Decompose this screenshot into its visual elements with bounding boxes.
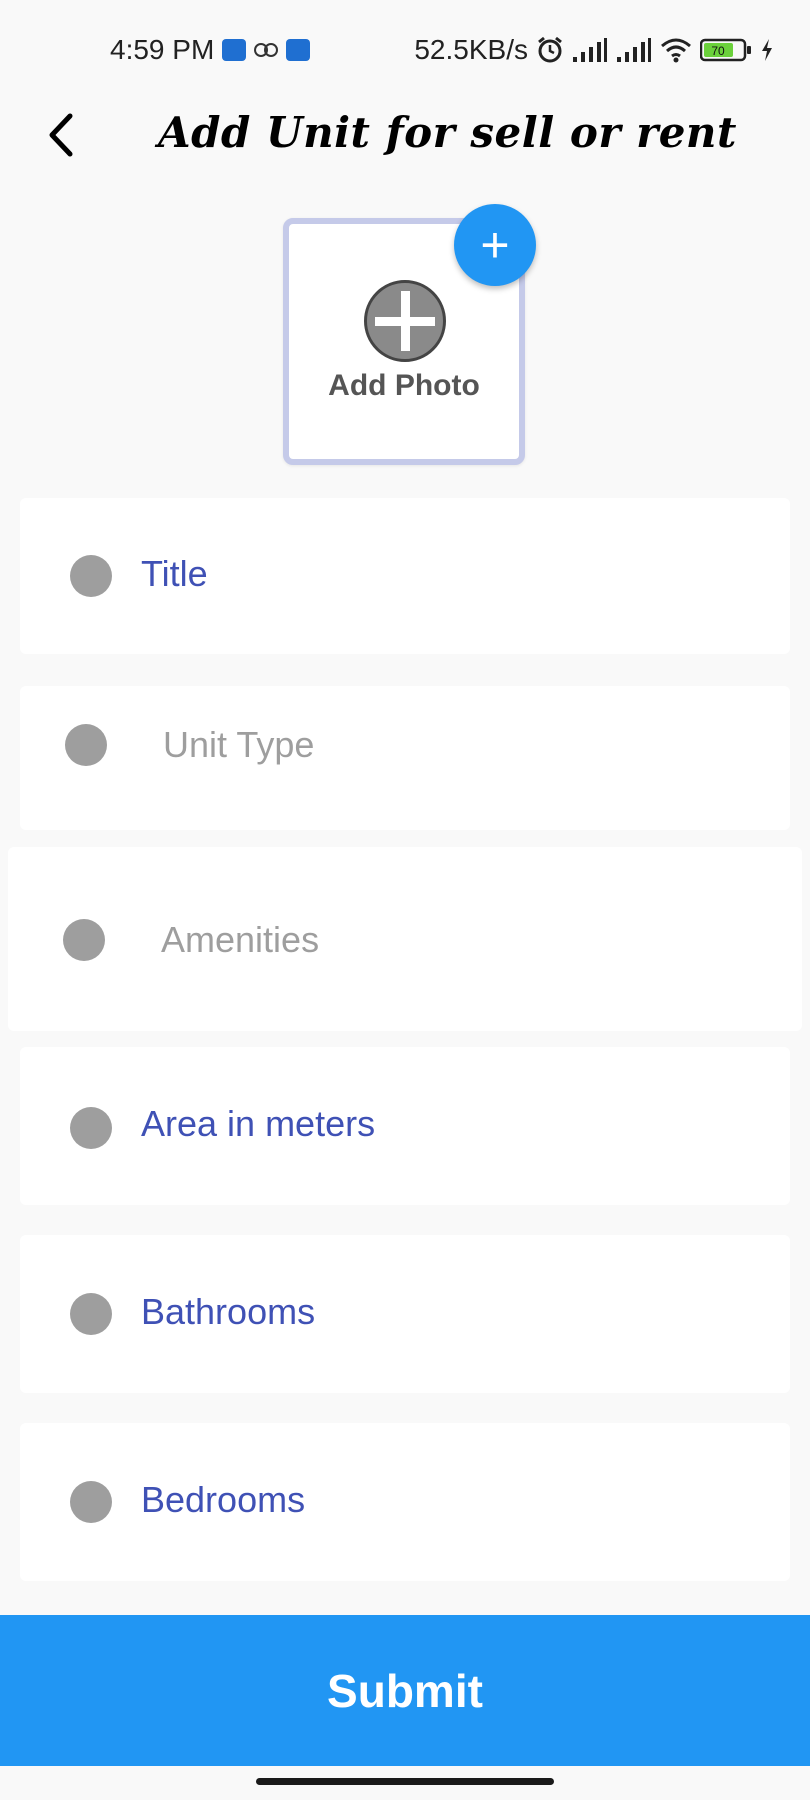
status-left: 4:59 PM	[110, 34, 311, 66]
field-status-dot	[70, 1107, 112, 1149]
field-status-dot	[65, 724, 107, 766]
home-indicator[interactable]	[256, 1778, 554, 1785]
status-bar: 4:59 PM 52.5KB/s 70	[0, 0, 810, 100]
bathrooms-field-label: Bathrooms	[141, 1291, 316, 1332]
charging-icon	[760, 38, 774, 62]
amenities-field-label: Amenities	[161, 919, 320, 960]
field-status-dot	[70, 555, 112, 597]
bathrooms-field[interactable]: Bathrooms	[20, 1235, 790, 1393]
status-right: 52.5KB/s 70	[414, 34, 774, 66]
signal-icon	[572, 37, 608, 63]
status-time: 4:59 PM	[110, 34, 215, 65]
back-button[interactable]	[36, 105, 86, 165]
unit-type-field[interactable]: Unit Type	[20, 686, 790, 830]
battery-icon: 70	[700, 37, 752, 63]
bedrooms-field[interactable]: Bedrooms	[20, 1423, 790, 1581]
page-title: Add Unit for sell or rent	[158, 108, 737, 157]
amenities-field[interactable]: Amenities	[8, 847, 802, 1031]
plus-icon: +	[480, 217, 510, 273]
field-status-dot	[70, 1481, 112, 1523]
alarm-icon	[536, 36, 564, 64]
signal-icon	[616, 37, 652, 63]
wifi-icon	[660, 37, 692, 63]
chevron-left-icon	[49, 113, 73, 157]
app-notification-icon	[222, 39, 247, 61]
add-photo-label: Add Photo	[328, 369, 480, 402]
bedrooms-field-label: Bedrooms	[141, 1479, 306, 1520]
unit-type-field-label: Unit Type	[163, 724, 315, 765]
network-speed: 52.5KB/s	[414, 34, 528, 65]
title-field-label: Title	[141, 553, 208, 594]
title-field[interactable]: Title	[20, 498, 790, 654]
owl-notification-icon	[254, 39, 279, 61]
field-status-dot	[63, 919, 105, 961]
submit-button[interactable]: Submit	[0, 1615, 810, 1766]
area-field-label: Area in meters	[141, 1103, 376, 1144]
field-status-dot	[70, 1293, 112, 1335]
area-field[interactable]: Area in meters	[20, 1047, 790, 1205]
app-notification-icon	[286, 39, 311, 61]
add-photo-fab[interactable]: +	[454, 204, 536, 286]
plus-circle-icon	[364, 280, 446, 362]
battery-level: 70	[711, 44, 725, 58]
